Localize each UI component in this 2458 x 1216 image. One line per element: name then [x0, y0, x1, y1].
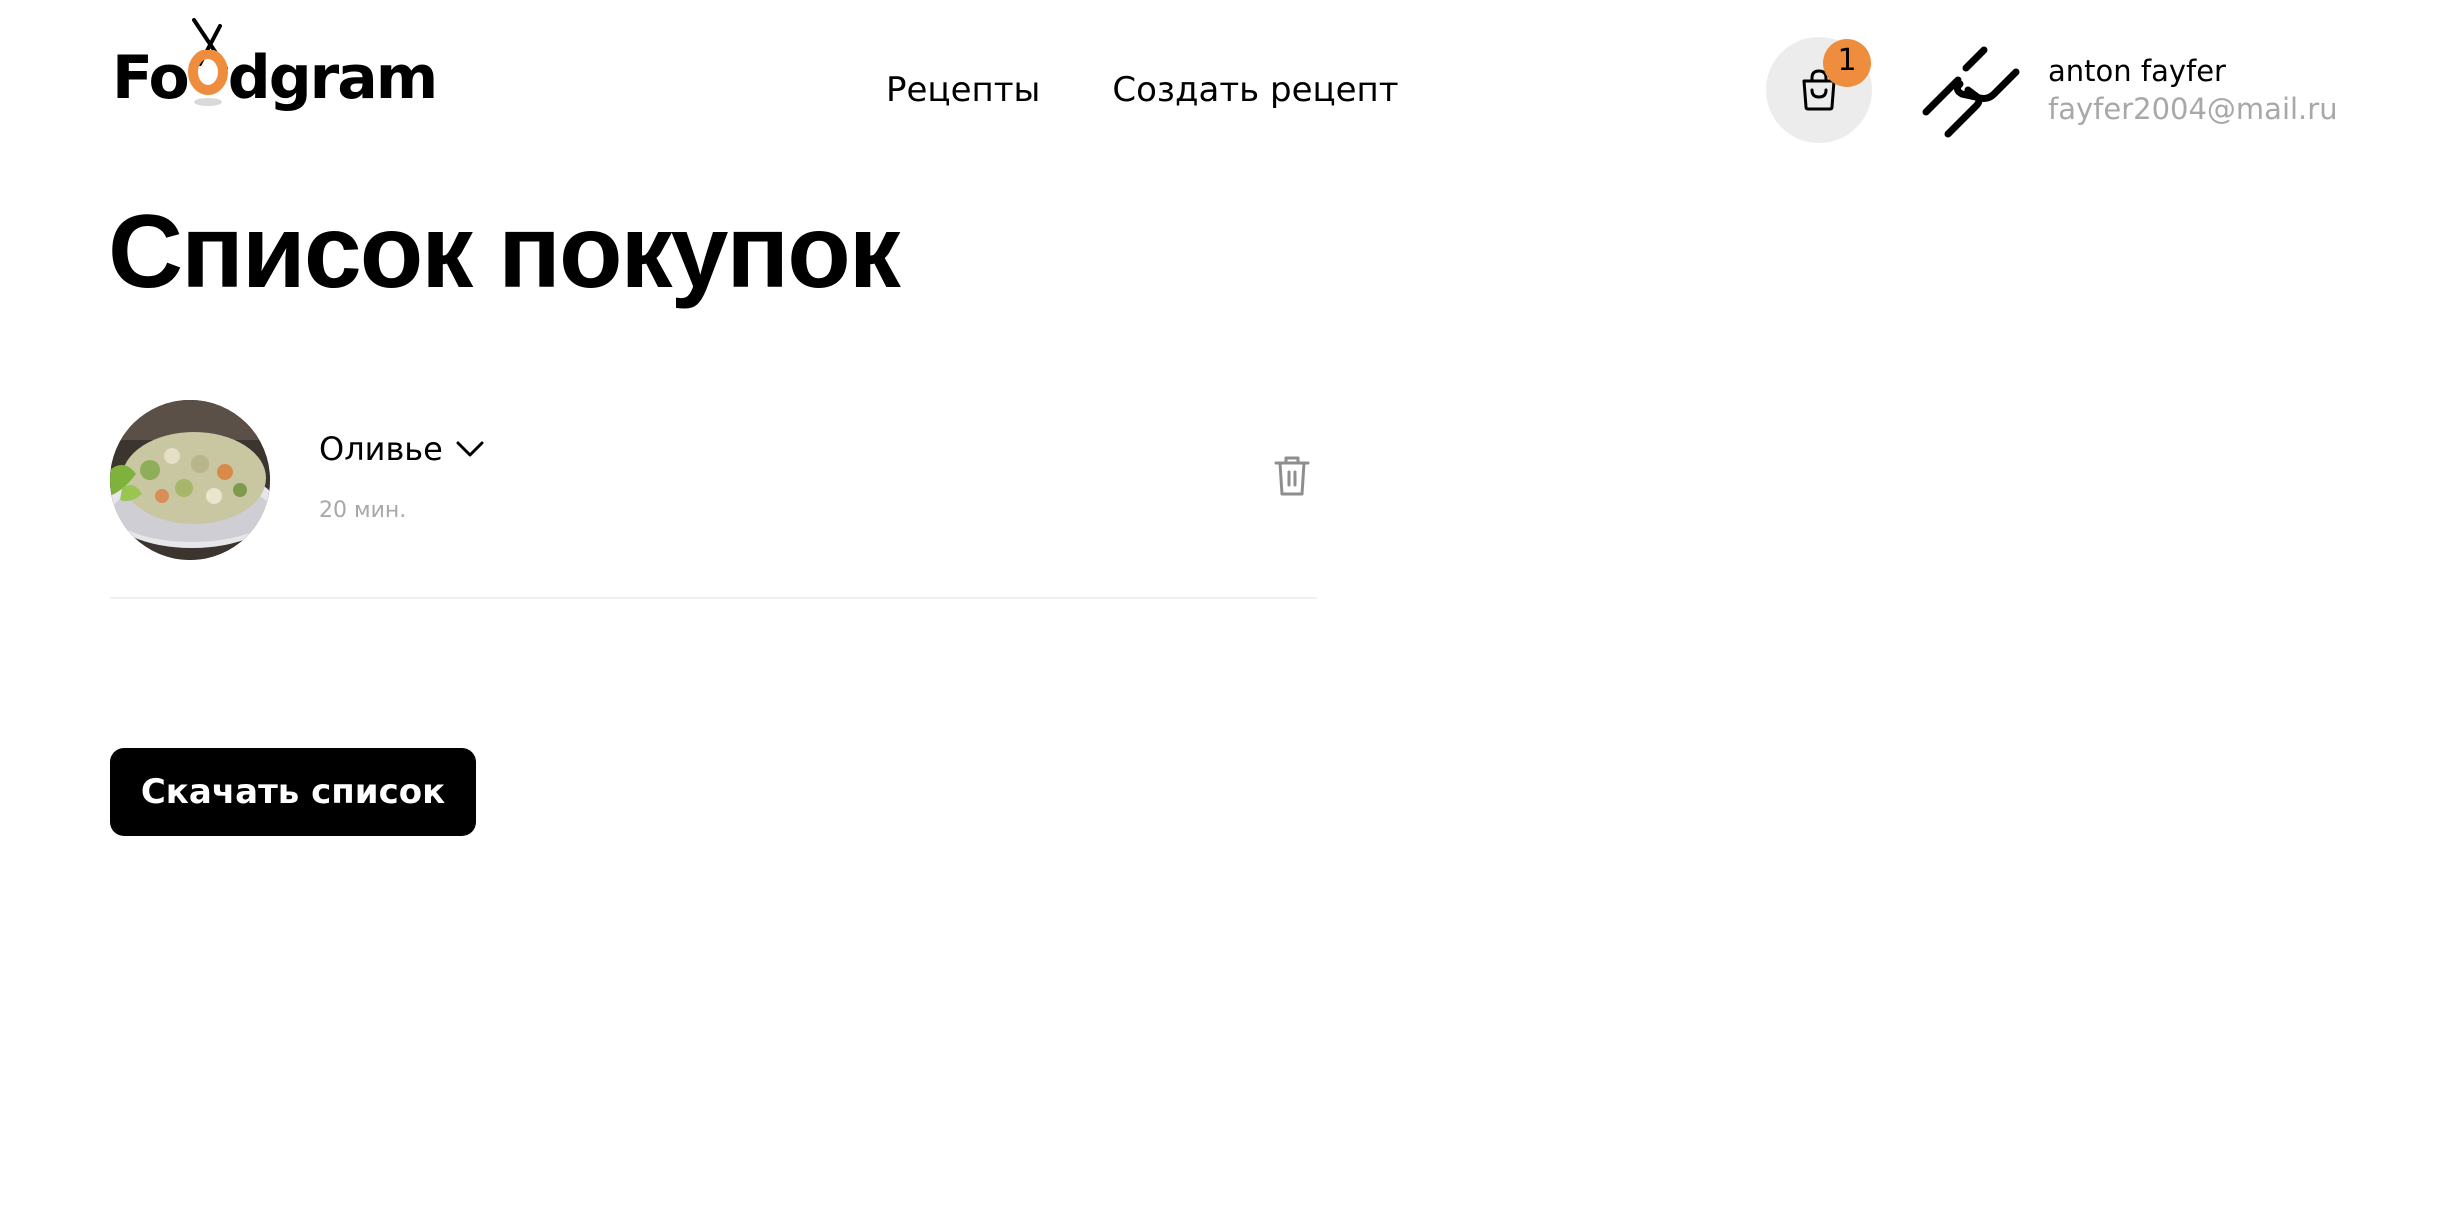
logo-wordmark: Fo dgram	[112, 48, 438, 108]
list-item: Оливье 20 мин.	[110, 400, 1317, 599]
trash-icon[interactable]	[1272, 454, 1312, 498]
recipe-image	[110, 400, 270, 560]
user-name[interactable]: anton fayfer	[2048, 54, 2226, 88]
recipe-name[interactable]: Оливье	[319, 430, 443, 468]
nav-link-create-recipe[interactable]: Создать рецепт	[1112, 70, 1398, 110]
chain-link-avatar-icon[interactable]	[1918, 38, 2024, 144]
cart-button[interactable]: 1	[1766, 37, 1872, 143]
cooking-time: 20 мин.	[319, 498, 407, 523]
logo-text-end: dgram	[227, 43, 438, 113]
cart-count-badge: 1	[1823, 39, 1871, 87]
nav-link-recipes[interactable]: Рецепты	[886, 70, 1040, 110]
chevron-down-icon[interactable]	[456, 440, 484, 458]
user-email: fayfer2004@mail.ru	[2048, 92, 2338, 126]
main-nav: Рецепты Создать рецепт	[886, 70, 1399, 110]
page: Fo dgram Рецепты Создать рецепт 1 anton f…	[0, 0, 2458, 1216]
foodgram-logo[interactable]: Fo dgram	[112, 18, 438, 108]
logo-text-start: Fo	[112, 43, 190, 113]
download-list-button[interactable]: Скачать список	[110, 748, 476, 836]
logo-plate-icon	[188, 50, 228, 106]
page-title: Список покупок	[108, 194, 901, 310]
